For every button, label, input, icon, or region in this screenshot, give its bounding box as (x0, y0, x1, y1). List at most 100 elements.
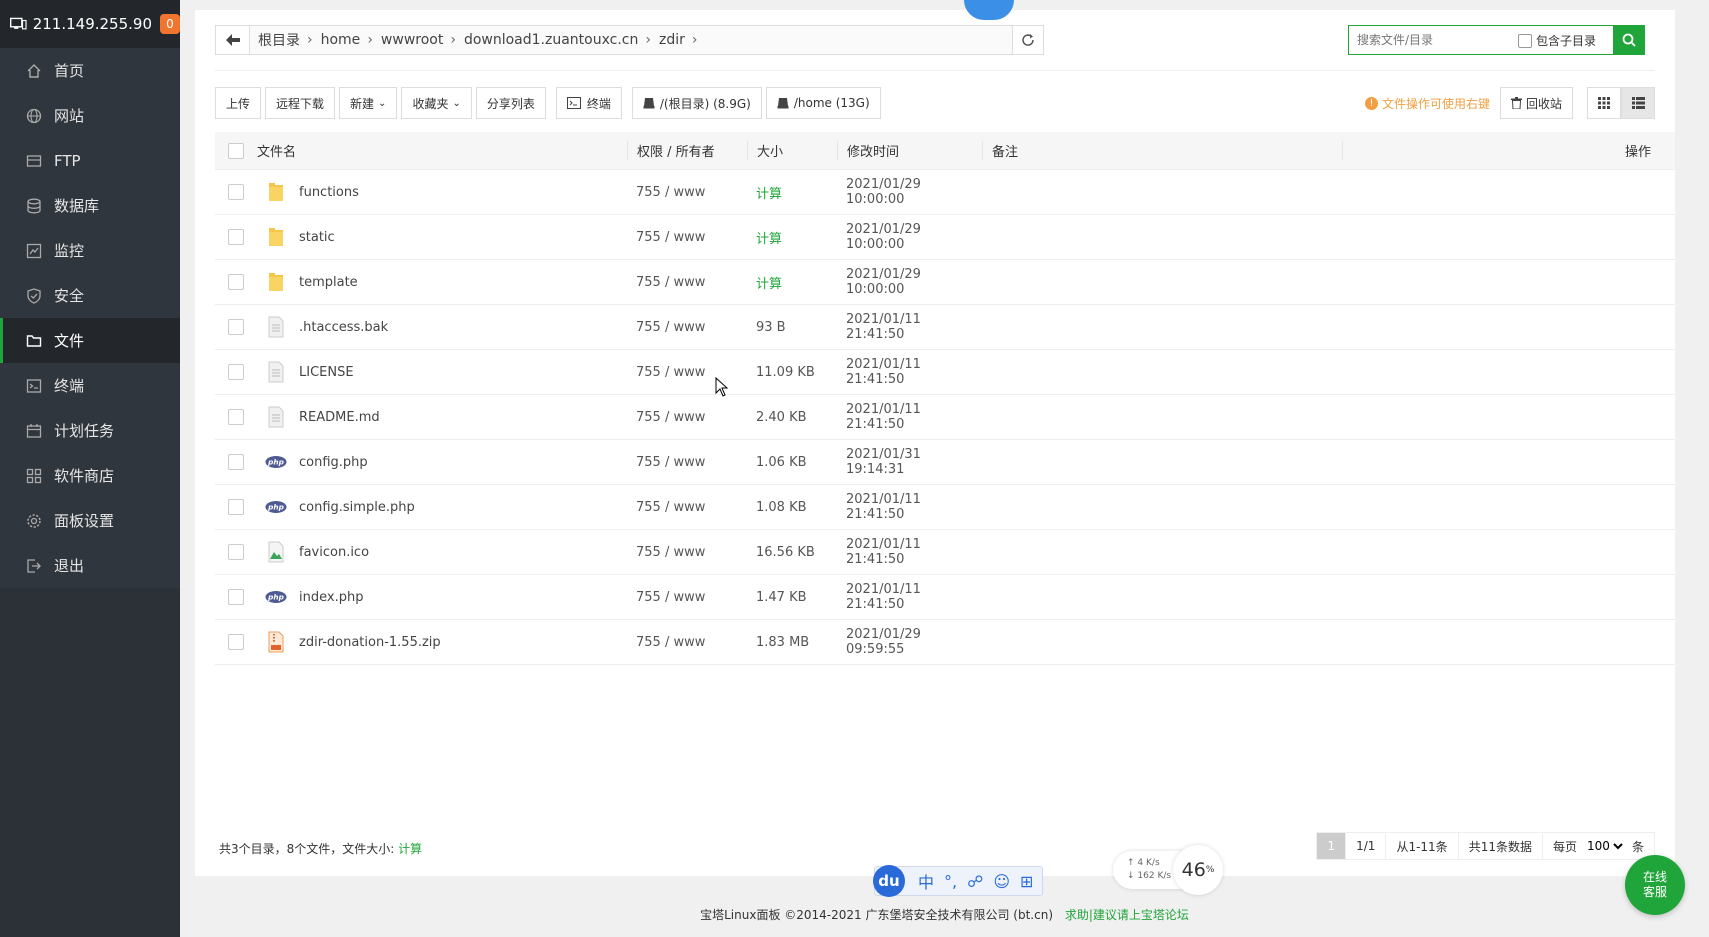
table-row[interactable]: static 755 / www 计算 2021/01/29 10:00:00 (215, 215, 1675, 260)
file-perm[interactable]: 755 / www (627, 500, 747, 515)
table-row[interactable]: functions 755 / www 计算 2021/01/29 10:00:00 (215, 170, 1675, 215)
table-row[interactable]: LICENSE 755 / www 11.09 KB 2021/01/11 21:41… (215, 350, 1675, 395)
favorites-dropdown[interactable]: 收藏夹 ⌄ (401, 87, 472, 119)
ime-logo-icon[interactable]: du (873, 865, 905, 897)
sidebar-item-2[interactable]: FTP (0, 138, 180, 183)
table-row[interactable]: template 755 / www 计算 2021/01/29 10:00:00 (215, 260, 1675, 305)
sidebar-item-9[interactable]: 软件商店 (0, 453, 180, 498)
row-checkbox[interactable] (228, 589, 244, 605)
row-checkbox[interactable] (228, 409, 244, 425)
include-subdir-checkbox[interactable] (1518, 33, 1532, 48)
file-perm[interactable]: 755 / www (627, 410, 747, 425)
sidebar-item-10[interactable]: 面板设置 (0, 498, 180, 543)
sidebar-item-0[interactable]: 首页 (0, 48, 180, 93)
sidebar-item-8[interactable]: 计划任务 (0, 408, 180, 453)
header-name[interactable]: 文件名 (257, 141, 627, 160)
table-row[interactable]: php index.php 755 / www 1.47 KB 2021/01/11 2… (215, 575, 1675, 620)
message-badge[interactable]: 0 (160, 14, 180, 34)
file-perm[interactable]: 755 / www (627, 185, 747, 200)
row-checkbox[interactable] (228, 634, 244, 650)
file-name[interactable]: .htaccess.bak (299, 320, 388, 335)
file-name[interactable]: template (299, 275, 358, 290)
disk-root-button[interactable]: /(根目录) (8.9G) (631, 87, 762, 119)
row-checkbox[interactable] (228, 229, 244, 245)
new-dropdown[interactable]: 新建 ⌄ (339, 87, 398, 119)
file-name[interactable]: config.php (299, 455, 368, 470)
table-row[interactable]: php config.simple.php 755 / www 1.08 KB 2021… (215, 485, 1675, 530)
sidebar-item-11[interactable]: 退出 (0, 543, 180, 588)
file-perm[interactable]: 755 / www (627, 590, 747, 605)
table-row[interactable]: favicon.ico 755 / www 16.56 KB 2021/01/11 2… (215, 530, 1675, 575)
sidebar-item-5[interactable]: 安全 (0, 273, 180, 318)
file-perm[interactable]: 755 / www (627, 635, 747, 650)
stats-calc-link[interactable]: 计算 (398, 842, 422, 856)
breadcrumb-item[interactable]: home (313, 32, 368, 48)
select-all-checkbox[interactable] (228, 142, 244, 159)
file-name[interactable]: static (299, 230, 335, 245)
file-name[interactable]: LICENSE (299, 365, 354, 380)
row-checkbox[interactable] (228, 184, 244, 200)
refresh-button[interactable] (1013, 25, 1044, 55)
ime-punct-icon[interactable]: °, (944, 872, 957, 891)
file-perm[interactable]: 755 / www (627, 365, 747, 380)
terminal-button[interactable]: 终端 (555, 87, 622, 119)
ime-lang-toggle[interactable]: 中 (918, 869, 934, 893)
row-checkbox[interactable] (228, 544, 244, 560)
row-checkbox[interactable] (228, 274, 244, 290)
page-current[interactable]: 1 (1316, 832, 1347, 860)
sidebar-item-7[interactable]: 终端 (0, 363, 180, 408)
row-checkbox[interactable] (228, 454, 244, 470)
breadcrumb-item[interactable]: download1.zuantouxc.cn (456, 32, 645, 48)
sidebar-item-4[interactable]: 监控 (0, 228, 180, 273)
sidebar-item-6[interactable]: 文件 (0, 318, 180, 363)
file-perm[interactable]: 755 / www (627, 275, 747, 290)
header-mtime[interactable]: 修改时间 (837, 141, 982, 160)
net-speed-widget[interactable]: ↑ 4 K/s ↓ 162 K/s 46% (1113, 845, 1223, 895)
table-row[interactable]: .htaccess.bak 755 / www 93 B 2021/01/11 21:… (215, 305, 1675, 350)
remote-download-button[interactable]: 远程下载 (265, 87, 336, 119)
file-name[interactable]: zdir-donation-1.55.zip (299, 635, 441, 650)
file-perm[interactable]: 755 / www (627, 455, 747, 470)
list-view-button[interactable] (1621, 87, 1655, 119)
ime-user-icon[interactable]: ☺ (993, 872, 1010, 891)
file-perm[interactable]: 755 / www (627, 230, 747, 245)
file-name[interactable]: config.simple.php (299, 500, 415, 515)
file-name[interactable]: README.md (299, 410, 380, 425)
file-perm[interactable]: 755 / www (627, 320, 747, 335)
file-size[interactable]: 计算 (747, 228, 837, 247)
table-row[interactable]: zdir-donation-1.55.zip 755 / www 1.83 MB 20… (215, 620, 1675, 665)
file-name[interactable]: functions (299, 185, 359, 200)
online-service-button[interactable]: 在线 客服 (1625, 855, 1685, 915)
file-size[interactable]: 计算 (747, 183, 837, 202)
search-button[interactable] (1613, 25, 1645, 55)
grid-view-button[interactable] (1587, 87, 1621, 119)
header-size[interactable]: 大小 (747, 141, 837, 160)
server-header[interactable]: 211.149.255.90 0 (0, 0, 180, 48)
per-page-select[interactable]: 100 (1582, 838, 1626, 854)
file-size[interactable]: 计算 (747, 273, 837, 292)
back-button[interactable] (216, 26, 250, 54)
ime-grid-icon[interactable]: ⊞ (1020, 872, 1033, 891)
table-row[interactable]: README.md 755 / www 2.40 KB 2021/01/11 21:4… (215, 395, 1675, 440)
upload-button[interactable]: 上传 (215, 87, 262, 119)
forum-link[interactable]: 求助|建议请上宝塔论坛 (1065, 908, 1189, 922)
disk-home-button[interactable]: /home (13G) (765, 87, 881, 119)
row-checkbox[interactable] (228, 364, 244, 380)
file-name[interactable]: favicon.ico (299, 545, 369, 560)
file-name[interactable]: index.php (299, 590, 363, 605)
breadcrumb-item[interactable]: 根目录 (250, 30, 307, 50)
row-checkbox[interactable] (228, 499, 244, 515)
share-list-button[interactable]: 分享列表 (475, 87, 546, 119)
table-row[interactable]: php config.php 755 / www 1.06 KB 2021/01/31 … (215, 440, 1675, 485)
row-checkbox[interactable] (228, 319, 244, 335)
file-perm[interactable]: 755 / www (627, 545, 747, 560)
ime-toolbar[interactable]: du 中 °, ☍ ☺ ⊞ (873, 865, 1044, 897)
recycle-bin-button[interactable]: 回收站 (1499, 87, 1573, 119)
breadcrumb-item[interactable]: wwwroot (373, 32, 450, 48)
include-subdir-toggle[interactable]: 包含子目录 (1518, 32, 1596, 49)
sidebar-item-3[interactable]: 数据库 (0, 183, 180, 228)
header-perm[interactable]: 权限 / 所有者 (627, 141, 747, 160)
ime-keyboard-icon[interactable]: ☍ (967, 872, 983, 891)
breadcrumb-item[interactable]: zdir (651, 32, 692, 48)
sidebar-item-1[interactable]: 网站 (0, 93, 180, 138)
